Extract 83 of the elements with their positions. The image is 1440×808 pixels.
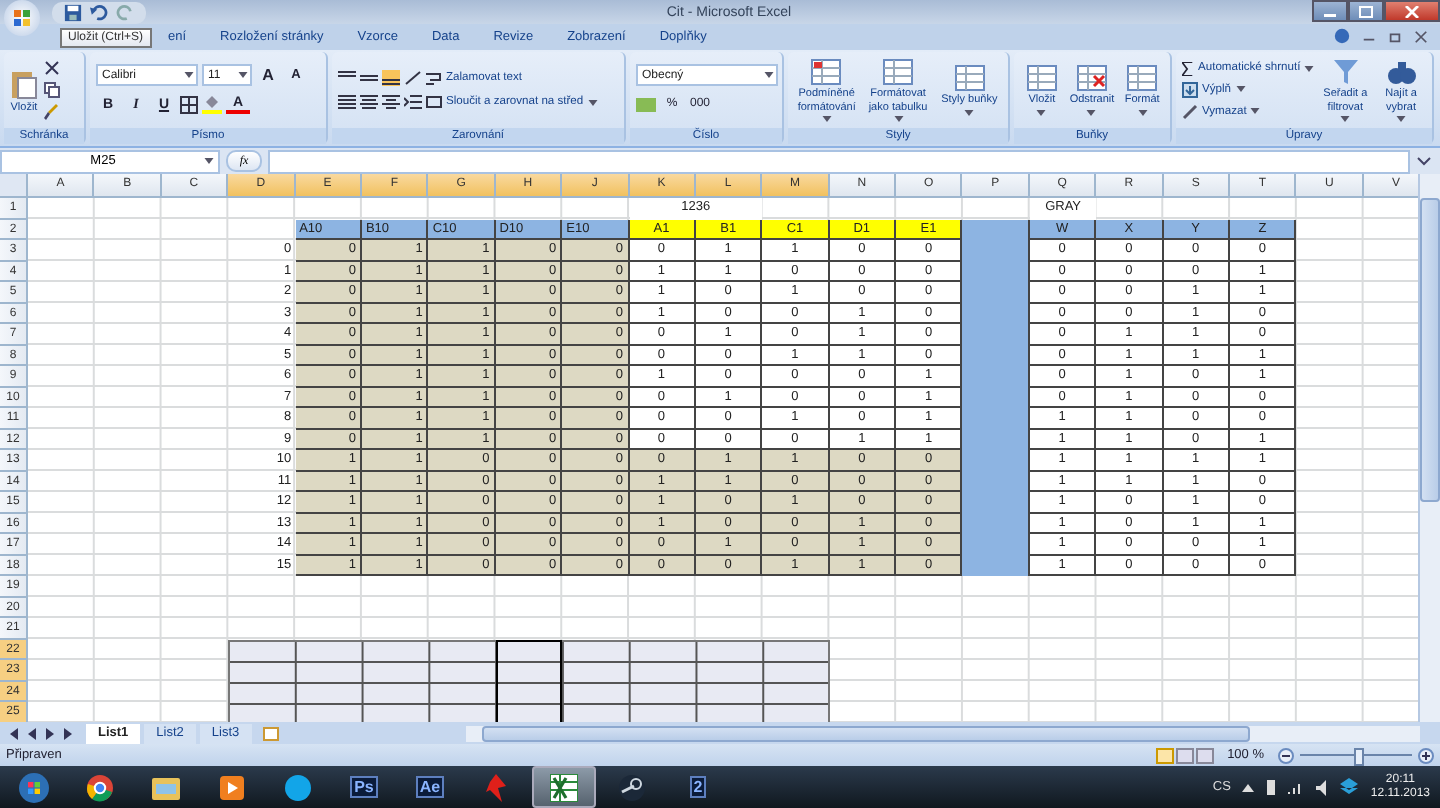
maximize-button[interactable] (1348, 0, 1384, 22)
vertical-scrollbar[interactable] (1418, 174, 1440, 723)
office-logo-icon[interactable] (12, 8, 32, 28)
indent-icon[interactable] (404, 94, 422, 111)
copy-icon[interactable] (44, 82, 60, 99)
sum-icon (1182, 61, 1194, 76)
selected-range[interactable] (228, 639, 830, 723)
caret-icon[interactable] (893, 116, 903, 123)
caret-icon[interactable] (1235, 86, 1246, 93)
caret-icon[interactable] (1304, 65, 1315, 72)
wrap-icon (426, 70, 442, 87)
expand-icon[interactable] (1416, 153, 1432, 170)
eraser-icon (1182, 103, 1198, 120)
funnel-icon (1329, 58, 1362, 87)
align-icon[interactable] (360, 70, 378, 87)
taskbar-button[interactable]: Ae (400, 768, 460, 806)
scroll-thumb[interactable] (481, 725, 1250, 742)
speaker-icon[interactable] (1316, 779, 1329, 795)
caret-icon[interactable] (1242, 783, 1255, 791)
caret-icon[interactable] (964, 109, 975, 116)
browser-icon (86, 773, 114, 801)
play-icon (220, 775, 244, 799)
signal-icon[interactable] (1288, 780, 1305, 794)
table-icon (882, 58, 914, 87)
save-icon[interactable] (64, 3, 82, 21)
caret-icon[interactable] (184, 72, 194, 79)
table-icon (1025, 64, 1058, 93)
formula-input[interactable] (268, 149, 1410, 174)
taskbar-button[interactable]: Ps (334, 768, 394, 806)
windows-logo-icon (18, 771, 50, 803)
caret-icon[interactable] (1036, 109, 1047, 116)
close-icon (1404, 5, 1420, 17)
cut-icon[interactable] (44, 60, 60, 77)
zoom-slider[interactable] (1353, 748, 1363, 767)
zoom-out-icon[interactable] (1278, 747, 1294, 764)
new-sheet-icon[interactable] (261, 725, 282, 742)
caret-icon[interactable] (1137, 109, 1148, 116)
undo-icon[interactable] (90, 3, 108, 21)
bird-icon (484, 773, 508, 801)
caret-icon[interactable] (204, 158, 214, 165)
align-icon[interactable] (360, 94, 378, 111)
taskbar-button[interactable] (532, 766, 596, 808)
caret-icon[interactable] (238, 72, 248, 79)
grow-font-button[interactable]: A (256, 64, 280, 87)
box-icon[interactable] (1340, 778, 1359, 796)
borders-icon[interactable] (180, 96, 198, 115)
caret-icon[interactable] (1086, 109, 1097, 116)
caret-icon[interactable] (1250, 108, 1261, 115)
caret-icon[interactable] (587, 99, 598, 106)
spreadsheet-icon (550, 773, 578, 801)
minimize-button[interactable] (1312, 0, 1348, 22)
binoculars-icon (1385, 58, 1418, 87)
table-icon (1126, 64, 1159, 93)
merge-icon (426, 94, 442, 111)
fill-down-icon (1182, 81, 1198, 98)
align-icon[interactable] (382, 94, 400, 111)
caret-icon[interactable] (821, 116, 832, 123)
table-icon (810, 58, 843, 87)
brush-icon[interactable] (44, 104, 60, 121)
close-icon[interactable] (1414, 29, 1428, 44)
scroll-thumb[interactable] (1420, 198, 1440, 503)
page-layout-icon[interactable] (1175, 747, 1194, 764)
caret-icon[interactable] (1396, 116, 1407, 123)
table-icon (953, 64, 986, 93)
caret-icon[interactable] (1340, 116, 1351, 123)
align-icon[interactable] (382, 70, 400, 87)
office-button[interactable] (4, 0, 40, 36)
zoom-in-icon[interactable] (1418, 747, 1434, 764)
page-break-icon[interactable] (1195, 747, 1214, 764)
battery-icon[interactable] (1266, 778, 1277, 796)
restore-icon[interactable] (1388, 29, 1402, 44)
orientation-icon[interactable] (404, 70, 422, 87)
horizontal-scrollbar[interactable] (465, 725, 1420, 742)
clipboard-icon (10, 67, 38, 100)
close-button[interactable] (1384, 0, 1440, 22)
folder-icon (152, 775, 180, 799)
help-icon[interactable] (1334, 28, 1350, 45)
align-icon[interactable] (338, 94, 356, 111)
table-icon (1075, 64, 1108, 93)
caret-icon[interactable] (764, 72, 774, 79)
maximize-icon (1358, 5, 1374, 17)
fill-color-icon[interactable] (202, 96, 222, 115)
taskbar-button[interactable]: 2 (668, 768, 728, 806)
